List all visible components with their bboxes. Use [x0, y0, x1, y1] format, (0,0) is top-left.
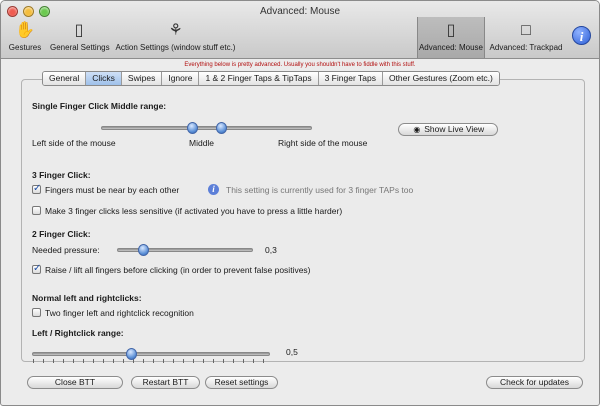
tab-general[interactable]: General — [43, 72, 87, 85]
pressure-label: Needed pressure: — [32, 245, 100, 255]
two-finger-heading: 2 Finger Click: — [32, 229, 91, 239]
three-finger-heading: 3 Finger Click: — [32, 170, 91, 180]
right-side-label: Right side of the mouse — [278, 138, 368, 148]
info-icon[interactable]: i — [572, 26, 591, 45]
restart-btt-button[interactable]: Restart BTT — [131, 376, 200, 389]
mouse-icon: ▯ — [446, 22, 456, 39]
two-finger-recognition-checkbox[interactable] — [32, 308, 41, 317]
left-right-range-value: 0,5 — [286, 347, 298, 357]
advanced-tabs: General Clicks Swipes Ignore 1 & 2 Finge… — [42, 71, 500, 86]
left-right-range-knob[interactable] — [126, 348, 137, 360]
middle-label: Middle — [189, 138, 215, 148]
reset-settings-button[interactable]: Reset settings — [205, 376, 278, 389]
toolbar-advanced-trackpad-label: Advanced: Trackpad — [489, 43, 563, 52]
toolbar-gestures-label: Gestures — [8, 43, 42, 52]
toolbar-action-settings[interactable]: ⚘ Action Settings (window stuff etc.) — [115, 21, 236, 57]
fingers-near-label: Fingers must be near by each other — [45, 185, 180, 195]
hand-icon: ✋ — [15, 22, 35, 39]
toolbar-general-settings[interactable]: ▯ General Settings — [50, 21, 110, 57]
show-live-view-label: Show Live View — [424, 124, 485, 134]
left-side-label: Left side of the mouse — [32, 138, 116, 148]
tab-three-finger-taps[interactable]: 3 Finger Taps — [318, 72, 383, 85]
switch-icon: ▯ — [74, 22, 84, 39]
middle-range-start-knob[interactable] — [187, 122, 198, 134]
middle-range-slider[interactable] — [101, 122, 312, 134]
tab-finger-taps[interactable]: 1 & 2 Finger Taps & TipTaps — [199, 72, 319, 85]
pressure-slider[interactable] — [117, 244, 253, 256]
pressure-knob[interactable] — [138, 244, 149, 256]
left-right-range-slider[interactable] — [32, 348, 270, 363]
single-finger-heading: Single Finger Click Middle range: — [32, 101, 167, 111]
close-btt-button[interactable]: Close BTT — [27, 376, 123, 389]
toolbar-advanced-mouse[interactable]: ▯ Advanced: Mouse — [417, 17, 485, 58]
pressure-value: 0,3 — [265, 245, 277, 255]
advanced-warning: Everything below is pretty advanced. Usu… — [184, 62, 416, 68]
fingers-near-checkbox[interactable] — [32, 183, 41, 194]
window-title: Advanced: Mouse — [259, 6, 341, 17]
left-right-range-heading: Left / Rightclick range: — [32, 328, 124, 338]
range-ticks — [33, 359, 269, 363]
trackpad-icon: □ — [521, 22, 531, 39]
less-sensitive-label: Make 3 finger clicks less sensitive (if … — [45, 206, 343, 216]
show-live-view-button[interactable]: ◉ Show Live View — [398, 123, 498, 136]
toolbar-gestures[interactable]: ✋ Gestures — [7, 21, 43, 57]
info-note-icon: i — [208, 184, 219, 195]
toolbar-general-settings-label: General Settings — [50, 43, 110, 52]
middle-range-end-knob[interactable] — [216, 122, 227, 134]
less-sensitive-checkbox[interactable] — [32, 206, 41, 215]
tab-swipes[interactable]: Swipes — [121, 72, 163, 85]
tab-other-gestures[interactable]: Other Gestures (Zoom etc.) — [382, 72, 499, 85]
clicks-panel — [21, 79, 585, 362]
tab-clicks[interactable]: Clicks — [86, 72, 122, 85]
three-finger-info-note: This setting is currently used for 3 fin… — [226, 185, 414, 195]
tab-ignore[interactable]: Ignore — [162, 72, 200, 85]
toolbar: Advanced: Mouse ✋ Gestures ▯ General Set… — [1, 1, 599, 59]
wand-icon: ⚘ — [168, 22, 183, 39]
two-finger-recognition-label: Two finger left and rightclick recogniti… — [45, 308, 194, 318]
raise-fingers-label: Raise / lift all fingers before clicking… — [45, 265, 311, 275]
check-updates-button[interactable]: Check for updates — [486, 376, 583, 389]
toolbar-advanced-trackpad[interactable]: □ Advanced: Trackpad — [489, 21, 563, 57]
normal-clicks-heading: Normal left and rightclicks: — [32, 293, 142, 303]
raise-fingers-checkbox[interactable] — [32, 263, 41, 274]
advanced-mouse-window: Advanced: Mouse ✋ Gestures ▯ General Set… — [0, 0, 600, 406]
toolbar-action-settings-label: Action Settings (window stuff etc.) — [115, 43, 236, 52]
eye-icon: ◉ — [413, 125, 421, 134]
toolbar-advanced-mouse-label: Advanced: Mouse — [418, 43, 484, 52]
